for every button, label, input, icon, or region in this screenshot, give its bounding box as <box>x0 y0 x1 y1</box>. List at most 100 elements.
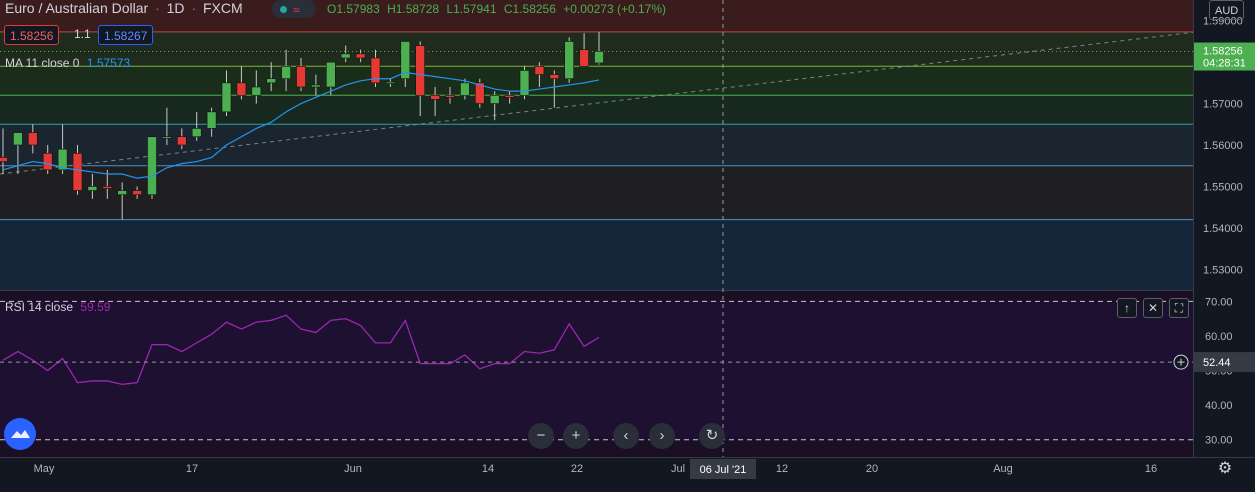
fib-band <box>0 95 1193 125</box>
zoom-out-icon: − <box>536 427 546 444</box>
rsi-legend-value: 59.59 <box>80 300 111 314</box>
candle-body <box>534 65 545 75</box>
pane-maximize-button[interactable]: ⛶ <box>1169 298 1189 318</box>
rsi-legend[interactable]: RSI 14 close 59.59 <box>5 300 110 314</box>
price-tick-label: 1.57000 <box>1203 99 1243 111</box>
last-price-text: 1.58256 <box>1203 46 1243 58</box>
open-value: O1.57983 <box>327 2 380 16</box>
market-status[interactable]: ≈ <box>272 0 316 18</box>
time-tick-label: 12 <box>776 463 788 475</box>
rsi-legend-label: RSI 14 close <box>5 300 74 314</box>
settings-icon: ⚙ <box>1217 460 1233 477</box>
logo-icon <box>11 430 30 438</box>
candle-body <box>251 86 262 96</box>
candle-body <box>42 152 53 171</box>
currency-label[interactable]: AUD <box>1209 0 1245 20</box>
price-tick-label: 1.56000 <box>1203 140 1243 152</box>
fib-bands <box>0 0 1255 457</box>
crosshair-time-text: 06 Jul '21 <box>700 464 747 476</box>
interval-label: 1D <box>166 0 185 16</box>
candle-body <box>430 94 440 100</box>
pane-close-button[interactable]: ✕ <box>1143 298 1163 318</box>
candle-body <box>460 82 470 96</box>
fib-band <box>0 165 1193 220</box>
high-value: H1.58728 <box>387 2 440 16</box>
rsi-tick-label: 70.00 <box>1205 296 1233 308</box>
candle-body <box>325 61 336 88</box>
chevrons-up-icon: ↑ <box>1124 301 1130 315</box>
price-tick-label: 1.54000 <box>1203 223 1243 235</box>
market-open-icon <box>280 6 287 13</box>
candle-body <box>266 78 277 84</box>
rsi-band <box>0 301 1193 440</box>
price-tick-label: 1.55000 <box>1203 181 1243 193</box>
rsi-tick-label: 40.00 <box>1205 400 1233 412</box>
symbol-name: Euro / Australian Dollar <box>5 0 149 16</box>
candle-body <box>177 136 187 146</box>
candle-body <box>102 186 113 189</box>
scroll-right-icon: › <box>659 427 665 444</box>
crosshair-price-text: 52.44 <box>1203 357 1231 369</box>
close-icon: ✕ <box>1147 301 1159 315</box>
scroll-right-button[interactable]: › <box>649 423 675 449</box>
candle-body <box>87 186 98 191</box>
ma-legend[interactable]: MA 11 close 0 1.57573 <box>5 56 130 70</box>
ma-legend-value: 1.57573 <box>86 56 131 70</box>
reset-icon: ↻ <box>705 427 719 444</box>
low-value: L1.57941 <box>446 2 497 16</box>
logo-button[interactable] <box>4 418 36 450</box>
candle-body <box>132 190 142 196</box>
buy-price-button[interactable]: 1.58267 <box>98 25 154 45</box>
candle-body <box>489 94 500 104</box>
candle-body <box>445 94 455 98</box>
symbol-legend[interactable]: Euro / Australian Dollar · 1D · FXCM <box>5 0 243 16</box>
time-tick-label: 17 <box>186 463 198 475</box>
countdown-text: 04:28:31 <box>1203 58 1246 70</box>
scroll-left-button[interactable]: ‹ <box>613 423 639 449</box>
candle-body <box>27 132 38 146</box>
candle-body <box>162 136 172 139</box>
settings-button[interactable]: ⚙ <box>1215 459 1235 479</box>
candle-body <box>549 74 560 80</box>
time-tick-label: Jun <box>344 463 362 475</box>
pane-up-button[interactable]: ↑ <box>1117 298 1137 318</box>
fib-band <box>0 219 1193 290</box>
time-tick-label: Jul <box>671 463 685 475</box>
candle-body <box>0 157 8 162</box>
candle-body <box>206 111 217 129</box>
close-value: C1.58256 <box>503 2 556 16</box>
price-tick-label: 1.53000 <box>1203 264 1243 276</box>
sell-price-button[interactable]: 1.58256 <box>4 25 60 45</box>
candle-body <box>296 65 306 88</box>
candle-body <box>385 81 396 84</box>
chart-canvas[interactable]: 1.590001.580001.570001.560001.550001.540… <box>0 0 1255 492</box>
ohlc-values: O1.57983 H1.58728 L1.57941 C1.58256 +0.0… <box>327 2 666 16</box>
candle-body <box>236 82 247 96</box>
change-value: +0.00273 (+0.17%) <box>563 2 666 16</box>
candle-body <box>579 49 589 67</box>
spread-value: 1.1 <box>74 27 91 41</box>
time-tick-label: Aug <box>993 463 1013 475</box>
candle-body <box>594 51 604 64</box>
ma-legend-label: MA 11 close 0 <box>5 56 80 70</box>
maximize-icon: ⛶ <box>1174 301 1184 315</box>
reset-chart-button[interactable]: ↻ <box>699 423 725 449</box>
candle-body <box>281 65 291 80</box>
time-tick-label: 16 <box>1145 463 1157 475</box>
zoom-out-button[interactable]: − <box>528 423 554 449</box>
candle-body <box>355 53 366 59</box>
time-tick-label: 22 <box>571 463 583 475</box>
rsi-tick-label: 60.00 <box>1205 331 1233 343</box>
candle-body <box>117 190 127 196</box>
price-axis-background <box>1193 0 1255 492</box>
exchange-label: FXCM <box>203 0 243 16</box>
time-tick-label: 14 <box>482 463 494 475</box>
scroll-left-icon: ‹ <box>623 427 629 444</box>
time-tick-label: May <box>34 463 55 475</box>
candle-body <box>504 94 515 98</box>
zoom-in-icon: + <box>571 427 581 444</box>
candle-body <box>340 53 351 59</box>
zoom-in-button[interactable]: + <box>563 423 589 449</box>
candle-body <box>564 41 575 80</box>
candle-body <box>415 45 426 96</box>
